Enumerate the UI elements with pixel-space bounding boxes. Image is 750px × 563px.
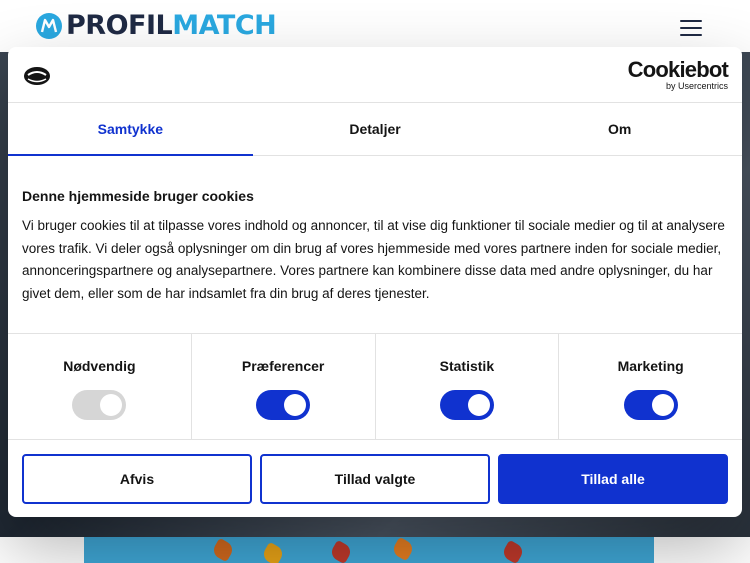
pref-label: Præferencer [241, 358, 325, 374]
pref-label: Statistik [439, 358, 495, 374]
tab-om[interactable]: Om [497, 103, 742, 155]
pref-preferences: Præferencer [192, 334, 376, 439]
cookie-consent-dialog: Cookiebot by Usercentrics Samtykke Detal… [8, 47, 742, 517]
preferences-toggle[interactable] [256, 390, 311, 420]
dialog-header: Cookiebot by Usercentrics [8, 47, 742, 103]
consent-preferences: Nødvendig Præferencer Statistik Marketin… [8, 333, 742, 440]
pref-necessary: Nødvendig [8, 334, 192, 439]
site-logo[interactable]: PROFILMATCH [36, 10, 277, 41]
pref-statistics: Statistik [376, 334, 560, 439]
dialog-heading: Denne hjemmeside bruger cookies [22, 188, 254, 204]
marketing-toggle[interactable] [623, 390, 678, 420]
cookiebot-brand[interactable]: Cookiebot by Usercentrics [628, 59, 729, 92]
pref-label: Marketing [617, 358, 684, 374]
pref-label: Nødvendig [63, 358, 136, 374]
decline-button[interactable]: Afvis [22, 454, 252, 504]
autumn-banner-image [84, 537, 654, 563]
pref-marketing: Marketing [559, 334, 742, 439]
logo-mark-icon [36, 12, 62, 39]
dialog-body: Denne hjemmeside bruger cookies Vi bruge… [8, 156, 742, 333]
hamburger-menu-icon[interactable] [680, 20, 702, 36]
necessary-toggle [72, 390, 127, 420]
allow-selected-button[interactable]: Tillad valgte [260, 454, 490, 504]
cookiebot-logo-icon [22, 65, 52, 92]
statistics-toggle[interactable] [439, 390, 494, 420]
dialog-actions: Afvis Tillad valgte Tillad alle [8, 440, 742, 504]
logo-text: PROFILMATCH [66, 10, 277, 41]
tab-samtykke[interactable]: Samtykke [8, 103, 253, 156]
dialog-description: Vi bruger cookies til at tilpasse vores … [22, 218, 725, 301]
tab-detaljer[interactable]: Detaljer [253, 103, 498, 155]
dialog-tabs: Samtykke Detaljer Om [8, 103, 742, 156]
site-header: PROFILMATCH [0, 0, 750, 52]
allow-all-button[interactable]: Tillad alle [498, 454, 728, 504]
